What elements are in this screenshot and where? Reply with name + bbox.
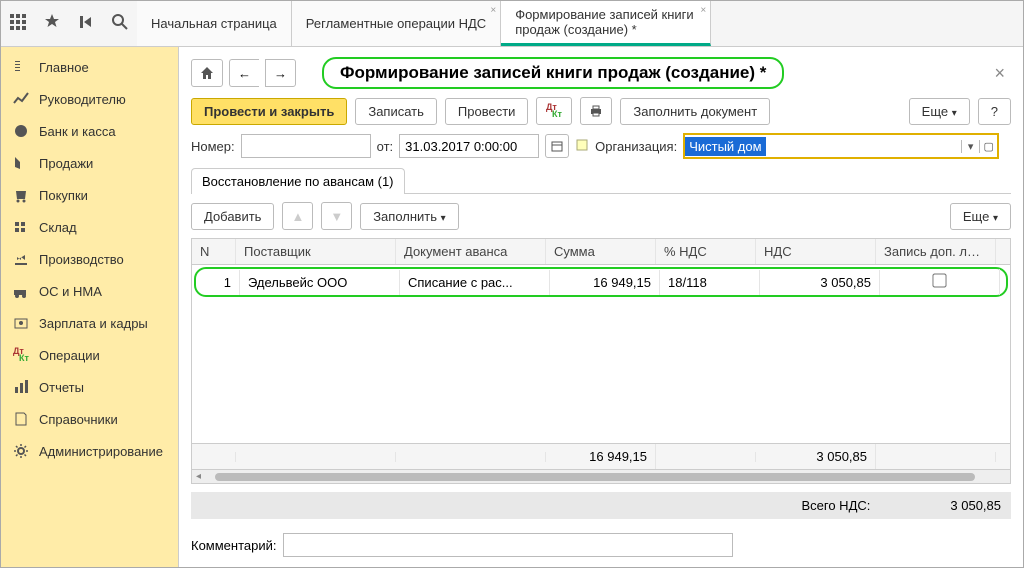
grid-toolbar: Добавить ▲ ▼ Заполнить ▾ Еще ▾ <box>191 202 1011 230</box>
grid-header: N Поставщик Документ аванса Сумма % НДС … <box>192 239 1010 265</box>
more-button[interactable]: Еще ▾ <box>909 98 970 125</box>
col-n[interactable]: N <box>192 239 236 264</box>
close-icon[interactable]: × <box>490 5 496 16</box>
org-icon <box>575 138 589 155</box>
tab-start-page[interactable]: Начальная страница <box>137 1 292 46</box>
data-grid: N Поставщик Документ аванса Сумма % НДС … <box>191 238 1011 484</box>
sidebar-item-admin[interactable]: Администрирование <box>1 435 178 467</box>
fill-document-button[interactable]: Заполнить документ <box>620 98 770 125</box>
apps-grid-icon[interactable] <box>9 13 27 34</box>
sidebar-item-sales[interactable]: Продажи <box>1 147 178 179</box>
search-icon[interactable] <box>111 13 129 34</box>
org-label: Организация: <box>595 139 677 154</box>
org-input[interactable]: Чистый дом ▾ ▢ <box>683 133 999 159</box>
sidebar-item-catalogs[interactable]: Справочники <box>1 403 178 435</box>
col-vat-rate[interactable]: % НДС <box>656 239 756 264</box>
write-button[interactable]: Записать <box>355 98 437 125</box>
sidebar-item-purchases[interactable]: Покупки <box>1 179 178 211</box>
sidebar-item-bank[interactable]: Банк и касса <box>1 115 178 147</box>
form-row: Номер: от: Организация: Чистый дом ▾ ▢ <box>191 133 1011 159</box>
number-input[interactable] <box>241 134 371 158</box>
back-button[interactable]: ← <box>229 59 259 87</box>
sidebar-item-main[interactable]: Главное <box>1 51 178 83</box>
post-button[interactable]: Провести <box>445 98 529 125</box>
sidebar-item-salary[interactable]: Зарплата и кадры <box>1 307 178 339</box>
sidebar-item-assets[interactable]: ОС и НМА <box>1 275 178 307</box>
org-value: Чистый дом <box>685 137 765 156</box>
number-label: Номер: <box>191 139 235 154</box>
table-row[interactable]: 1 Эдельвейс ООО Списание с рас... 16 949… <box>194 267 1008 297</box>
subtab-advances[interactable]: Восстановление по авансам (1) <box>191 168 405 194</box>
col-vat[interactable]: НДС <box>756 239 876 264</box>
col-sum[interactable]: Сумма <box>546 239 656 264</box>
move-down-button[interactable]: ▼ <box>321 202 352 230</box>
svg-text:Кт: Кт <box>552 109 562 119</box>
add-sheet-checkbox[interactable] <box>932 273 946 287</box>
sidebar: Главное Руководителю Банк и касса Продаж… <box>1 47 179 567</box>
totals-value: 3 050,85 <box>950 498 1001 513</box>
dropdown-icon[interactable]: ▾ <box>961 140 979 153</box>
print-button[interactable] <box>580 97 612 125</box>
forward-button[interactable]: → <box>265 59 296 87</box>
col-advance-doc[interactable]: Документ аванса <box>396 239 546 264</box>
page-title: Формирование записей книги продаж (созда… <box>322 57 784 89</box>
fill-grid-button[interactable]: Заполнить ▾ <box>360 203 458 230</box>
horizontal-scrollbar[interactable]: ◂ <box>192 469 1010 483</box>
sidebar-item-manager[interactable]: Руководителю <box>1 83 178 115</box>
date-input[interactable] <box>399 134 539 158</box>
col-add-sheet[interactable]: Запись доп. листа <box>876 239 996 264</box>
move-up-button[interactable]: ▲ <box>282 202 313 230</box>
close-page-button[interactable]: × <box>988 63 1011 84</box>
total-sum: 16 949,15 <box>546 444 656 469</box>
tabs: Начальная страница Регламентные операции… <box>137 1 1023 46</box>
sidebar-item-warehouse[interactable]: Склад <box>1 211 178 243</box>
grid-totals: 16 949,15 3 050,85 <box>192 443 1010 469</box>
topbar: Начальная страница Регламентные операции… <box>1 1 1023 47</box>
grid-more-button[interactable]: Еще ▾ <box>950 203 1011 230</box>
cell-advance-doc: Списание с рас... <box>400 270 550 295</box>
subtabs: Восстановление по авансам (1) <box>191 167 1011 194</box>
col-supplier[interactable]: Поставщик <box>236 239 396 264</box>
cell-vat: 3 050,85 <box>760 270 880 295</box>
post-and-close-button[interactable]: Провести и закрыть <box>191 98 347 125</box>
star-icon[interactable] <box>43 13 61 34</box>
add-row-button[interactable]: Добавить <box>191 203 274 230</box>
from-label: от: <box>377 139 394 154</box>
comment-input[interactable] <box>283 533 733 557</box>
comment-label: Комментарий: <box>191 538 277 553</box>
svg-text:Кт: Кт <box>19 353 29 363</box>
content: ← → Формирование записей книги продаж (с… <box>179 47 1023 567</box>
calendar-button[interactable] <box>545 134 569 158</box>
sidebar-item-production[interactable]: Производство <box>1 243 178 275</box>
close-icon[interactable]: × <box>700 5 706 16</box>
dtkt-button[interactable]: ДтКт <box>536 97 572 125</box>
sidebar-item-reports[interactable]: Отчеты <box>1 371 178 403</box>
toolbar: Провести и закрыть Записать Провести ДтК… <box>191 97 1011 125</box>
history-icon[interactable] <box>77 13 95 34</box>
cell-vat-rate: 18/118 <box>660 270 760 295</box>
help-button[interactable]: ? <box>978 98 1011 125</box>
sidebar-item-operations[interactable]: ДтКтОперации <box>1 339 178 371</box>
open-icon[interactable]: ▢ <box>979 140 997 153</box>
cell-add-sheet[interactable] <box>880 269 1000 295</box>
tab-vat-operations[interactable]: Регламентные операции НДС× <box>292 1 501 46</box>
home-button[interactable] <box>191 59 223 87</box>
cell-sum: 16 949,15 <box>550 270 660 295</box>
cell-n: 1 <box>196 270 240 295</box>
cell-supplier: Эдельвейс ООО <box>240 270 400 295</box>
total-vat: 3 050,85 <box>756 444 876 469</box>
tab-sales-book-create[interactable]: Формирование записей книги продаж (созда… <box>501 1 711 46</box>
totals-bar: Всего НДС: 3 050,85 <box>191 492 1011 519</box>
totals-label: Всего НДС: <box>801 498 870 513</box>
